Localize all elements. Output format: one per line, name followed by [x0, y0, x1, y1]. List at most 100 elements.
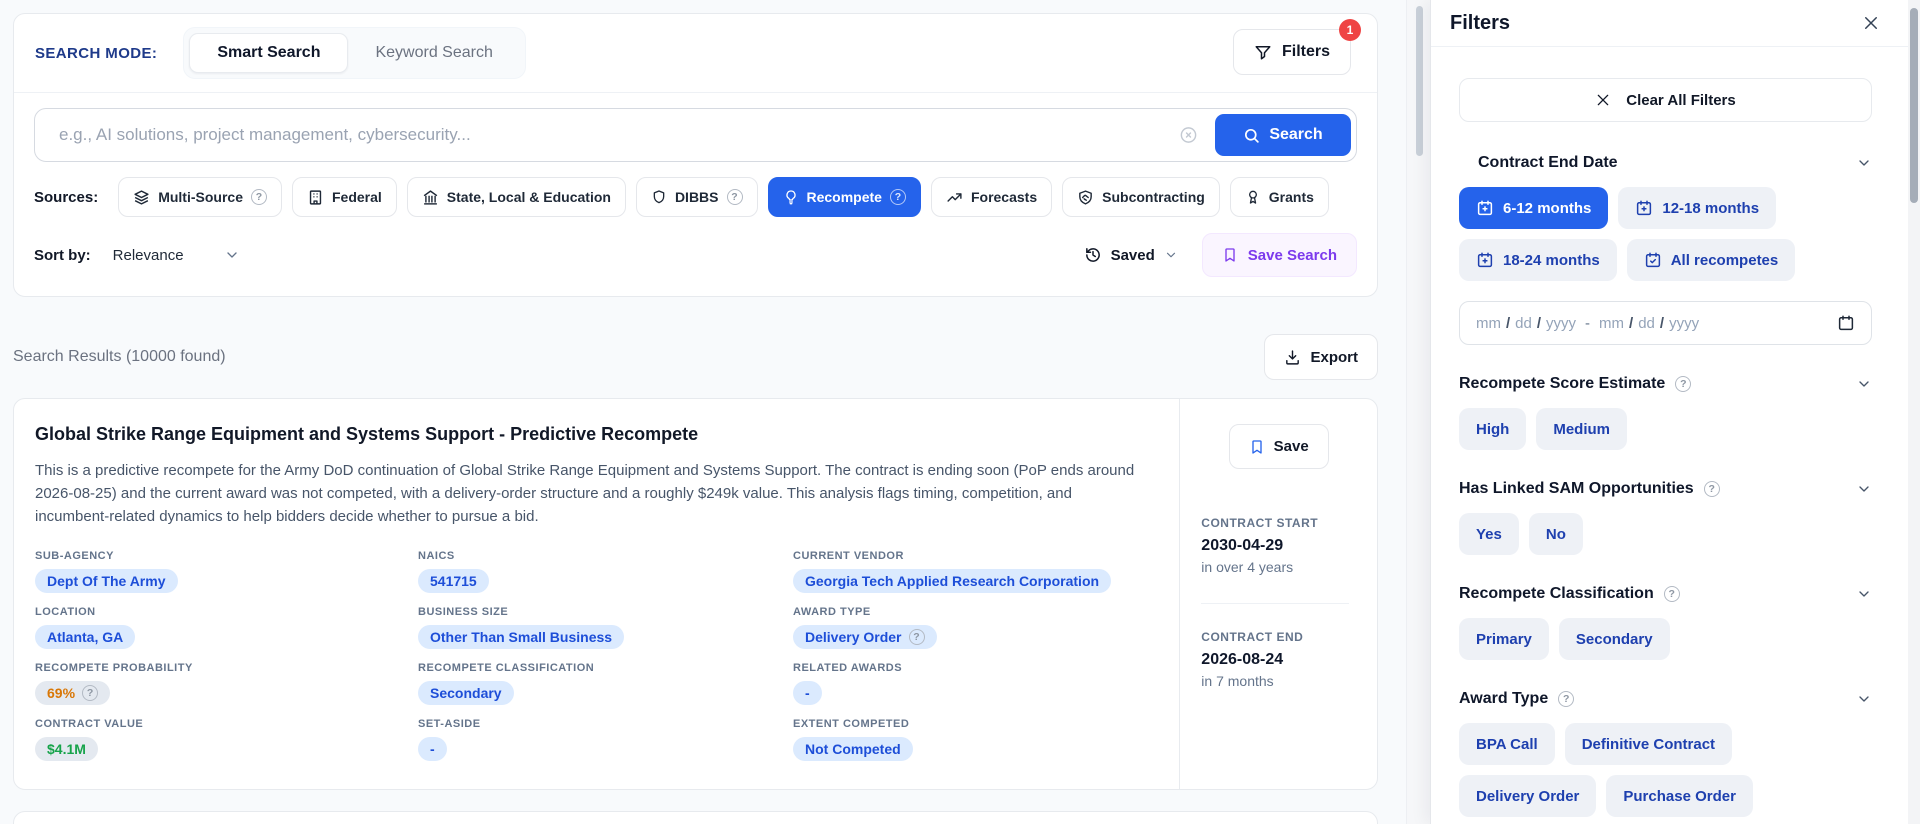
contract-end-date-header[interactable]: Contract End Date: [1459, 154, 1872, 172]
save-search-button[interactable]: Save Search: [1201, 233, 1357, 277]
filters-button[interactable]: Filters: [1232, 29, 1351, 75]
field-current-vendor: CURRENT VENDOR Georgia Tech Applied Rese…: [793, 550, 1159, 594]
info-icon[interactable]: ?: [1675, 376, 1692, 392]
info-icon[interactable]: ?: [1703, 481, 1720, 497]
award-type-header[interactable]: Award Type ?: [1459, 690, 1872, 708]
option-secondary[interactable]: Secondary: [1558, 618, 1670, 660]
field-set-aside: SET-ASIDE -: [418, 718, 793, 762]
result-card: Global Strike Range Equipment and System…: [13, 398, 1378, 790]
saved-label: Saved: [1110, 246, 1155, 264]
option-bpa-call[interactable]: BPA Call: [1459, 723, 1555, 765]
option-primary[interactable]: Primary: [1459, 618, 1549, 660]
field-value-chip: -: [793, 681, 822, 706]
field-recompete-classification: RECOMPETE CLASSIFICATION Secondary: [418, 662, 793, 706]
recompete-score-options: High Medium: [1459, 408, 1872, 450]
source-dibbs[interactable]: DIBBS ?: [635, 177, 758, 217]
option-delivery-order[interactable]: Delivery Order: [1459, 775, 1597, 817]
option-6-12-months[interactable]: 6-12 months: [1459, 187, 1609, 229]
field-naics: NAICS 541715: [418, 550, 793, 594]
date-slash: /: [1629, 314, 1634, 332]
saved-searches-button[interactable]: Saved: [1084, 246, 1178, 264]
info-icon[interactable]: ?: [889, 189, 906, 205]
chevron-down-icon: [1856, 376, 1872, 392]
sam-opportunities-header[interactable]: Has Linked SAM Opportunities ?: [1459, 480, 1872, 498]
source-state-local-education[interactable]: State, Local & Education: [406, 177, 626, 217]
result-card-side: Save CONTRACT START 2030-04-29 in over 4…: [1179, 399, 1377, 789]
sort-value: Relevance: [112, 246, 184, 264]
award-type-options: BPA Call Definitive Contract Delivery Or…: [1459, 723, 1872, 817]
close-icon[interactable]: [1860, 12, 1882, 34]
source-label: Forecasts: [970, 189, 1038, 205]
info-icon[interactable]: ?: [82, 685, 99, 702]
recompete-score-header[interactable]: Recompete Score Estimate ?: [1459, 375, 1872, 393]
date-slash: /: [1536, 314, 1542, 332]
option-label: 18-24 months: [1503, 251, 1600, 269]
result-title[interactable]: Global Strike Range Equipment and System…: [35, 424, 1159, 445]
scrollbar-thumb[interactable]: [1416, 6, 1423, 156]
option-medium[interactable]: Medium: [1536, 408, 1627, 450]
source-grants[interactable]: Grants: [1229, 177, 1329, 217]
calendar-icon[interactable]: [1837, 314, 1855, 332]
field-value-chip: 69%?: [35, 681, 111, 706]
sort-by-label: Sort by:: [34, 246, 91, 264]
option-definitive-contract[interactable]: Definitive Contract: [1564, 723, 1733, 765]
field-value-chip: -: [418, 737, 447, 762]
source-recompete[interactable]: Recompete ?: [767, 177, 921, 217]
source-forecasts[interactable]: Forecasts: [930, 177, 1053, 217]
tab-keyword-search[interactable]: Keyword Search: [348, 33, 519, 73]
option-no[interactable]: No: [1528, 513, 1583, 555]
field-location: LOCATION Atlanta, GA: [35, 606, 418, 650]
field-business-size: BUSINESS SIZE Other Than Small Business: [418, 606, 793, 650]
date-slash: /: [1506, 314, 1511, 332]
field-value-chip: Secondary: [418, 681, 514, 706]
chevron-down-icon: [1856, 155, 1872, 171]
option-high[interactable]: High: [1459, 408, 1527, 450]
search-input[interactable]: [35, 109, 1356, 161]
option-12-18-months[interactable]: 12-18 months: [1618, 187, 1777, 229]
field-award-type: AWARD TYPE Delivery Order?: [793, 606, 1159, 650]
search-button[interactable]: Search: [1215, 114, 1351, 156]
source-subcontracting[interactable]: Subcontracting: [1062, 177, 1220, 217]
recompete-classification-options: Primary Secondary: [1459, 618, 1872, 660]
search-input-wrap: Search: [34, 108, 1357, 162]
section-contract-end-date: Contract End Date 6-12 months 12-18 mont…: [1459, 154, 1872, 345]
save-result-button[interactable]: Save: [1228, 424, 1329, 469]
option-18-24-months[interactable]: 18-24 months: [1459, 239, 1617, 281]
option-label: 12-18 months: [1662, 199, 1760, 217]
scrollbar-thumb[interactable]: [1910, 8, 1918, 203]
clear-search-icon[interactable]: [1179, 126, 1198, 145]
clear-all-filters-button[interactable]: Clear All Filters: [1459, 78, 1872, 122]
contract-start-relative: in over 4 years: [1201, 559, 1294, 575]
result-fields-grid: SUB-AGENCY Dept Of The Army NAICS 541715…: [35, 550, 1159, 762]
filters-panel-title: Filters: [1450, 11, 1511, 34]
sort-select[interactable]: Relevance: [113, 247, 240, 264]
info-icon[interactable]: ?: [250, 189, 267, 205]
info-icon[interactable]: ?: [1558, 691, 1575, 707]
sources-row: Sources: Multi-Source ? Federal State, L…: [14, 177, 1377, 217]
calendar-plus-icon: [1635, 199, 1653, 217]
option-purchase-order[interactable]: Purchase Order: [1606, 775, 1753, 817]
field-contract-value: CONTRACT VALUE $4.1M: [35, 718, 418, 762]
info-icon[interactable]: ?: [1663, 586, 1680, 602]
info-icon[interactable]: ?: [726, 189, 743, 205]
chevron-down-icon: [224, 247, 240, 263]
source-federal[interactable]: Federal: [291, 177, 397, 217]
result-description: This is a predictive recompete for the A…: [35, 462, 1135, 525]
info-icon[interactable]: ?: [908, 629, 925, 646]
main-scrollbar[interactable]: [1406, 0, 1430, 824]
option-label: 6-12 months: [1503, 199, 1592, 217]
option-yes[interactable]: Yes: [1459, 513, 1519, 555]
recompete-classification-header[interactable]: Recompete Classification ?: [1459, 585, 1872, 603]
source-multi-source[interactable]: Multi-Source ?: [118, 177, 282, 217]
tab-smart-search[interactable]: Smart Search: [189, 33, 349, 73]
date-range-input[interactable]: mm / dd / yyyy - mm / dd / yyyy: [1459, 301, 1872, 345]
panel-scrollbar[interactable]: [1908, 0, 1920, 824]
search-panel: SEARCH MODE: Smart Search Keyword Search…: [13, 13, 1378, 297]
filters-button-label: Filters: [1281, 43, 1330, 60]
calendar-plus-icon: [1476, 199, 1494, 217]
option-all-recompetes[interactable]: All recompetes: [1626, 239, 1796, 281]
layers-icon: [133, 189, 150, 206]
export-button[interactable]: Export: [1264, 334, 1378, 380]
search-row: Search: [14, 93, 1377, 162]
award-icon: [1245, 189, 1261, 205]
